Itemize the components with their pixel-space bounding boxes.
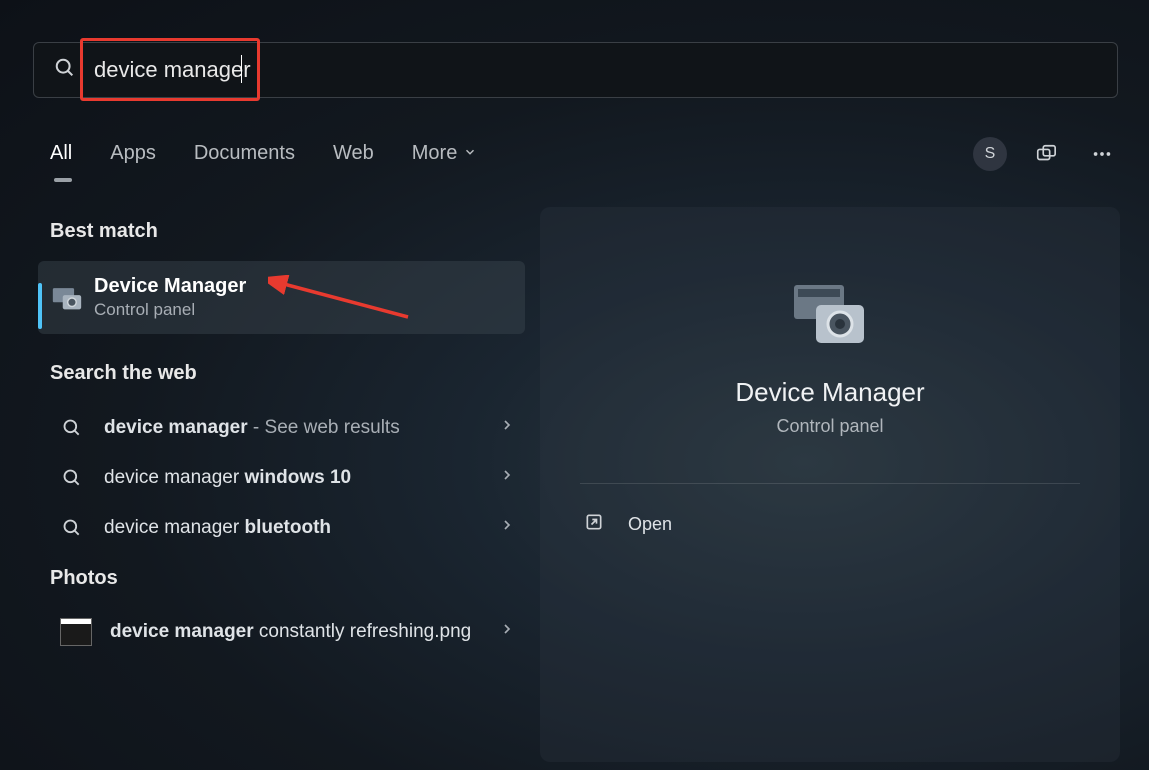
photo-result[interactable]: device manager constantly refreshing.png — [50, 608, 525, 656]
photo-filename: device manager constantly refreshing.png — [110, 619, 499, 645]
web-result-text: device manager - See web results — [104, 417, 499, 439]
user-avatar[interactable]: S — [973, 137, 1007, 171]
web-result[interactable]: device manager - See web results — [50, 403, 525, 453]
web-results-list: device manager - See web results device m… — [50, 403, 525, 553]
chevron-right-icon — [499, 467, 515, 489]
chevron-right-icon — [499, 517, 515, 539]
tab-label: Documents — [194, 142, 295, 164]
tab-web[interactable]: Web — [333, 138, 374, 169]
tab-label: More — [412, 142, 458, 165]
avatar-initial: S — [985, 145, 996, 163]
search-icon — [54, 57, 76, 84]
preview-title: Device Manager — [580, 377, 1080, 408]
device-manager-icon — [50, 281, 84, 315]
best-match-subtitle: Control panel — [94, 300, 246, 320]
annotation-arrow — [268, 275, 418, 325]
search-input[interactable] — [94, 57, 1097, 83]
web-result[interactable]: device manager bluetooth — [50, 503, 525, 553]
tab-apps[interactable]: Apps — [110, 138, 156, 169]
preview-app-icon — [788, 277, 872, 351]
tab-underline — [54, 178, 72, 182]
web-result-text: device manager windows 10 — [104, 467, 499, 489]
tab-documents[interactable]: Documents — [194, 138, 295, 169]
results-column: Best match Device Manager Control panel … — [50, 220, 525, 656]
tab-all[interactable]: All — [50, 138, 72, 169]
best-match-result[interactable]: Device Manager Control panel — [38, 261, 525, 334]
more-options-icon[interactable] — [1085, 137, 1119, 171]
open-icon — [584, 512, 604, 537]
tab-label: Apps — [110, 142, 156, 164]
best-match-title: Device Manager — [94, 275, 246, 298]
chevron-down-icon — [463, 142, 477, 165]
search-icon — [60, 468, 84, 488]
section-best-match: Best match — [50, 220, 525, 243]
preview-panel: Device Manager Control panel Open — [540, 207, 1120, 762]
photo-thumbnail — [60, 618, 92, 646]
web-result[interactable]: device manager windows 10 — [50, 453, 525, 503]
tab-more[interactable]: More — [412, 138, 478, 169]
open-label: Open — [628, 514, 672, 535]
filter-tabs: All Apps Documents Web More S — [50, 138, 1119, 169]
search-icon — [60, 418, 84, 438]
search-bar[interactable] — [33, 42, 1118, 98]
section-photos: Photos — [50, 567, 525, 590]
section-search-web: Search the web — [50, 362, 525, 385]
feedback-icon[interactable] — [1029, 137, 1063, 171]
preview-subtitle: Control panel — [580, 416, 1080, 437]
chevron-right-icon — [499, 417, 515, 439]
web-result-text: device manager bluetooth — [104, 517, 499, 539]
tab-label: All — [50, 142, 72, 164]
open-action[interactable]: Open — [580, 484, 1080, 565]
chevron-right-icon — [499, 621, 515, 643]
tab-label: Web — [333, 142, 374, 164]
search-icon — [60, 518, 84, 538]
